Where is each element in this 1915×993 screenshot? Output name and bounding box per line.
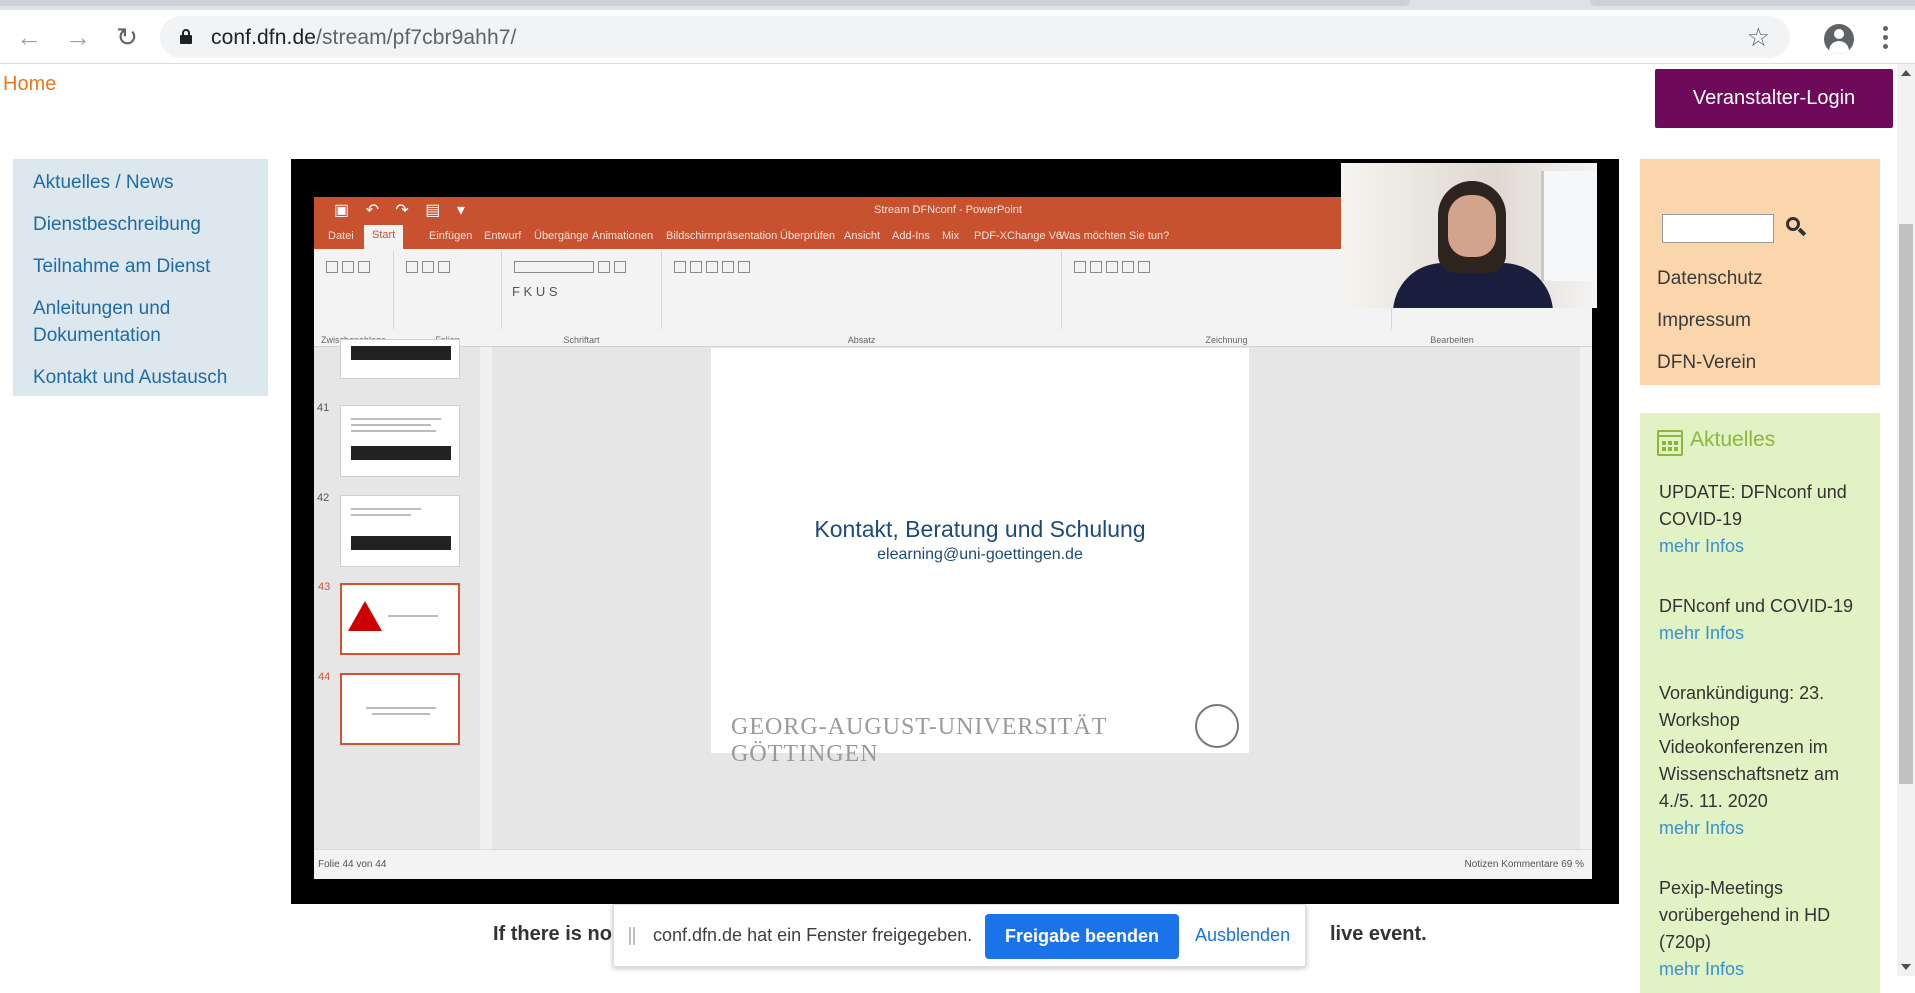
tab-strip xyxy=(0,0,1915,10)
ppt-title: Stream DFNconf - PowerPoint xyxy=(874,204,1022,216)
nav-item-documentation[interactable]: Anleitungen und Dokumentation xyxy=(33,295,268,349)
drag-handle-icon[interactable] xyxy=(629,927,635,945)
address-bar[interactable]: conf.dfn.de/stream/pf7cbr9ahh7/ ☆ xyxy=(160,16,1790,58)
caption-left: If there is no xyxy=(493,923,612,945)
more-info-link[interactable]: mehr Infos xyxy=(1659,620,1874,647)
more-info-link[interactable]: mehr Infos xyxy=(1659,956,1874,983)
ppt-menu-item: Überprüfen xyxy=(780,230,836,242)
ppt-menu-item: Einfügen xyxy=(429,230,473,242)
url-text: conf.dfn.de/stream/pf7cbr9ahh7/ xyxy=(211,26,517,49)
bookmark-star-icon[interactable]: ☆ xyxy=(1747,23,1770,51)
browser-toolbar: ← → ↻ conf.dfn.de/stream/pf7cbr9ahh7/ ☆ xyxy=(0,10,1915,64)
ribbon-group: Folien xyxy=(394,251,502,345)
ppt-menu-item: Animationen xyxy=(592,230,654,242)
ppt-menu-item: Ansicht xyxy=(844,230,881,242)
slide-thumbnails: 41 42 43 44 xyxy=(314,339,494,849)
nav-item-participation[interactable]: Teilnahme am Dienst xyxy=(33,253,268,280)
calendar-icon xyxy=(1657,430,1683,456)
home-link[interactable]: Home xyxy=(3,73,56,96)
ppt-menu-item: Add-Ins xyxy=(892,230,930,242)
slide-scrollbar xyxy=(1580,347,1592,849)
scroll-up-icon[interactable] xyxy=(1901,70,1911,76)
scrollbar-thumb[interactable] xyxy=(1899,224,1913,784)
webcam-overlay xyxy=(1341,163,1597,308)
news-item: DFNconf und COVID-19 mehr Infos xyxy=(1659,593,1874,647)
video-stream[interactable]: ▣ ↶ ↷ ▤ ▾ Stream DFNconf - PowerPoint Da… xyxy=(291,159,1619,904)
slide-thumbnail: 41 xyxy=(317,402,460,477)
ppt-menu-item: Mix xyxy=(942,230,960,242)
nav-item-contact[interactable]: Kontakt und Austausch xyxy=(33,364,268,391)
ppt-menu-item-active: Start xyxy=(364,225,404,249)
back-icon[interactable]: ← xyxy=(14,23,44,53)
imprint-link[interactable]: Impressum xyxy=(1657,310,1751,332)
page-scrollbar[interactable] xyxy=(1897,64,1915,976)
news-box: Aktuelles UPDATE: DFNconf und COVID-19 m… xyxy=(1640,413,1880,993)
nav-item-service-description[interactable]: Dienstbeschreibung xyxy=(33,211,268,238)
slide-subtitle: elearning@uni-goettingen.de xyxy=(877,546,1083,563)
slide-title: Kontakt, Beratung und Schulung xyxy=(814,516,1146,542)
hide-button[interactable]: Ausblenden xyxy=(1195,925,1290,946)
ribbon-group: Absatz xyxy=(662,251,1062,345)
scroll-down-icon[interactable] xyxy=(1901,964,1911,970)
privacy-link[interactable]: Datenschutz xyxy=(1657,268,1763,290)
active-tab[interactable] xyxy=(0,0,1410,6)
dfn-verein-link[interactable]: DFN-Verein xyxy=(1657,352,1756,374)
reload-icon[interactable]: ↻ xyxy=(112,23,142,53)
university-seal-icon xyxy=(1195,704,1239,748)
ppt-menu-item: Datei xyxy=(328,230,354,242)
ppt-menu-item: Entwurf xyxy=(484,230,522,242)
more-info-link[interactable]: mehr Infos xyxy=(1659,815,1874,842)
more-info-link[interactable]: mehr Infos xyxy=(1659,533,1874,560)
screen-share-bar: conf.dfn.de hat ein Fenster freigegeben.… xyxy=(613,904,1306,967)
current-slide: Kontakt, Beratung und Schulung elearning… xyxy=(711,348,1249,767)
ppt-menu-item: Übergänge xyxy=(534,230,589,242)
ppt-menu-item: Was möchten Sie tun? xyxy=(1059,230,1170,242)
share-message: conf.dfn.de hat ein Fenster freigegeben. xyxy=(653,925,973,945)
left-navigation: Aktuelles / News Dienstbeschreibung Teil… xyxy=(13,159,268,396)
forward-icon[interactable]: → xyxy=(63,23,93,53)
slide-thumbnail: 42 xyxy=(317,492,460,567)
warning-icon xyxy=(348,601,382,631)
nav-item-news[interactable]: Aktuelles / News xyxy=(33,169,268,196)
ribbon-group: F K U S Schriftart xyxy=(502,251,662,345)
stop-sharing-button[interactable]: Freigabe beenden xyxy=(985,914,1179,959)
search-icon[interactable] xyxy=(1786,217,1808,239)
caption-right: live event. xyxy=(1330,923,1427,945)
news-item: UPDATE: DFNconf und COVID-19 mehr Infos xyxy=(1659,479,1874,560)
slide-thumbnail xyxy=(340,339,460,379)
lock-icon[interactable] xyxy=(180,29,192,44)
browser-menu-icon[interactable] xyxy=(1880,24,1890,54)
news-item: Pexip-Meetings vorübergehend in HD (720p… xyxy=(1659,875,1874,983)
quick-access-icons: ▣ ↶ ↷ ▤ ▾ xyxy=(334,202,471,219)
ppt-menu-item: PDF-XChange V6 xyxy=(974,230,1063,242)
thumbnail-scrollbar xyxy=(480,347,492,849)
news-item: Vorankündigung: 23. Workshop Videokonfer… xyxy=(1659,680,1874,842)
slide-thumbnail-current: 44 xyxy=(318,671,460,745)
sidebar-links-box: Datenschutz Impressum DFN-Verein xyxy=(1640,159,1880,385)
news-heading: Aktuelles xyxy=(1690,428,1776,451)
profile-avatar-icon[interactable] xyxy=(1824,24,1854,54)
organizer-login-button[interactable]: Veranstalter-Login xyxy=(1655,69,1893,128)
slide-footer-university: GEORG-AUGUST-UNIVERSITÄT GÖTTINGEN xyxy=(731,714,1107,767)
search-input[interactable] xyxy=(1662,214,1774,243)
ppt-menu-item: Bildschirmpräsentation xyxy=(666,230,778,242)
ribbon-group: Zwischenablage xyxy=(314,251,394,345)
inactive-tab[interactable] xyxy=(1590,0,1915,6)
slide-thumbnail: 43 xyxy=(318,581,460,655)
ppt-statusbar: Folie 44 von 44 Notizen Kommentare 69 % xyxy=(314,849,1592,879)
